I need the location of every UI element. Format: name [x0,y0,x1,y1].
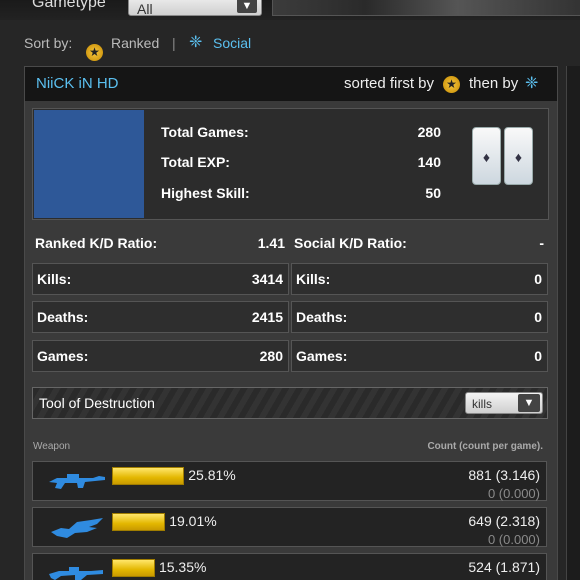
highest-skill-value: 50 [425,185,441,201]
total-exp-value: 140 [417,154,441,170]
tool-of-destruction-bar: Tool of Destruction kills ▼ [32,387,548,419]
then-by-label: then by [469,75,519,92]
ranked-deaths-value: 2415 [251,309,283,325]
social-deaths-cell: Deaths: 0 [291,301,548,333]
chevron-down-icon: ▼ [237,0,257,13]
ranked-deaths-cell: Deaths: 2415 [32,301,289,333]
sort-bar: Sort by: ★ Ranked | ❈ Social [24,34,252,61]
weapon-percent: 19.01% [169,513,217,529]
social-games-label: Games: [296,348,348,364]
weapon-social-count: 0 (0.000) [487,486,540,501]
social-kd-value: - [539,235,544,251]
player-panel: NiiCK iN HD sorted first by ★ then by ❈ … [24,66,558,580]
ranked-games-cell: Games: 280 [32,340,289,372]
weapon-sort-select[interactable]: kills ▼ [465,392,543,414]
weapon-row[interactable]: 19.01% 649 (2.318) 0 (0.000) [32,507,547,547]
summary-box: Total Games: 280 Total EXP: 140 Highest … [32,108,549,220]
total-exp-label: Total EXP: [161,154,230,170]
player-emblem [34,110,144,218]
sort-ranked-link[interactable]: Ranked [111,35,159,51]
energy-sword-icon [51,518,103,538]
gametype-label: Gametype [32,0,106,11]
ranked-games-label: Games: [37,348,89,364]
weapon-row[interactable]: 15.35% 524 (1.871) [32,553,547,580]
chevron-down-icon: ▼ [518,394,540,412]
weapon-ranked-count: 881 (3.146) [468,467,540,483]
weapon-usage-bar [112,559,155,577]
sort-social-link[interactable]: Social [213,35,251,51]
social-kd-label: Social K/D Ratio: [294,235,407,251]
ranked-kd-value: 1.41 [257,235,285,251]
gametype-select[interactable]: All ▼ [128,0,262,17]
total-games-value: 280 [417,124,441,140]
panel-header: NiiCK iN HD sorted first by ★ then by ❈ [25,67,557,101]
sort-separator: | [172,35,176,51]
social-kd-row: Social K/D Ratio: - [294,235,544,255]
adjacent-panel-edge [566,66,580,580]
social-kills-label: Kills: [296,271,331,287]
social-kills-value: 0 [534,271,542,287]
weapon-percent: 15.35% [158,559,207,575]
ranked-medal-icon: ★ [443,75,460,93]
ranked-kd-label: Ranked K/D Ratio: [35,235,158,251]
player-name[interactable]: NiiCK iN HD [36,75,119,92]
social-games-value: 0 [534,348,542,364]
social-snowflake-icon: ❈ [525,75,539,92]
ranked-games-value: 280 [259,348,283,364]
gametype-value: All [137,1,153,17]
social-deaths-label: Deaths: [296,309,348,325]
ranked-deaths-label: Deaths: [37,309,89,325]
social-kills-cell: Kills: 0 [291,263,548,295]
social-snowflake-icon: ❈ [189,34,203,51]
header-banner [272,0,580,16]
rank-cards-icon: ♦ ♦ [472,127,534,185]
weapon-column-header: Weapon [33,441,71,452]
highest-skill-label: Highest Skill: [161,185,250,201]
tool-of-destruction-title: Tool of Destruction [39,395,155,411]
gametype-bar: Gametype All ▼ [0,0,580,20]
weapon-percent: 25.81% [188,467,236,483]
sniper-rifle-icon [49,474,105,489]
count-column-header: Count (count per game). [427,441,543,452]
weapon-usage-bar [112,467,185,485]
total-games-label: Total Games: [161,124,249,140]
ranked-kills-cell: Kills: 3414 [32,263,289,295]
sorted-first-label: sorted first by [344,75,435,92]
ranked-kills-label: Kills: [37,271,72,287]
social-deaths-value: 0 [534,309,542,325]
ranked-kills-value: 3414 [251,271,283,287]
ranked-kd-row: Ranked K/D Ratio: 1.41 [35,235,285,255]
weapon-usage-bar [112,513,166,531]
battle-rifle-icon [49,567,103,580]
weapon-ranked-count: 649 (2.318) [468,513,540,529]
sort-label: Sort by: [24,35,73,51]
weapon-row[interactable]: 25.81% 881 (3.146) 0 (0.000) [32,461,547,501]
weapon-social-count: 0 (0.000) [487,532,540,547]
social-games-cell: Games: 0 [291,340,548,372]
weapon-ranked-count: 524 (1.871) [468,559,540,575]
weapon-sort-value: kills [472,397,492,411]
